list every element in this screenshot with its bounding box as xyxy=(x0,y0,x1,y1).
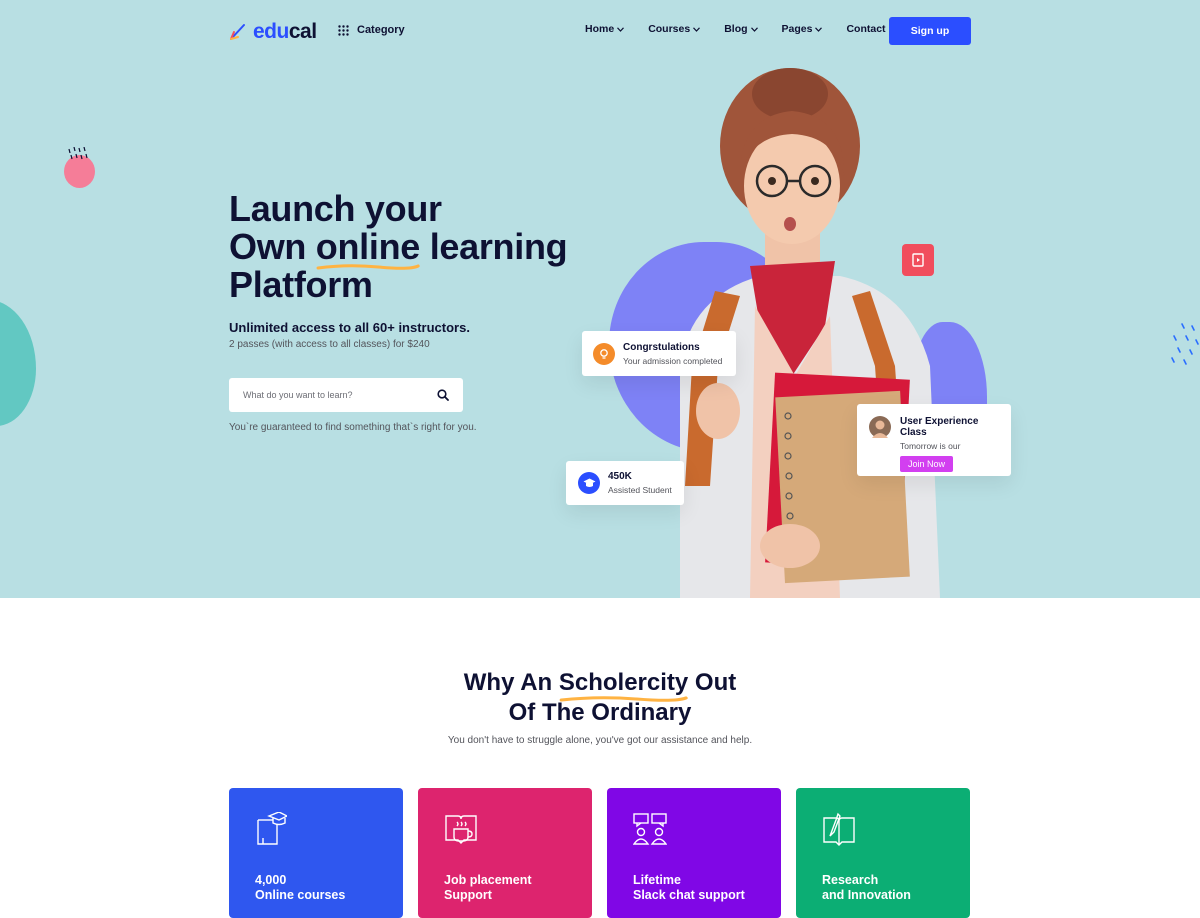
hero-title-rest: learning xyxy=(420,226,568,267)
nav-home-label: Home xyxy=(585,23,615,35)
underline-squiggle xyxy=(316,264,420,270)
video-badge-icon xyxy=(902,244,934,276)
graduation-cap-icon xyxy=(578,472,600,494)
feature-title: Research and Innovation xyxy=(822,873,911,902)
logo-text-edu: edu xyxy=(253,20,289,43)
signup-button[interactable]: Sign up xyxy=(889,17,971,45)
nav-home[interactable]: Home xyxy=(585,23,625,35)
students-label: Assisted Student xyxy=(608,485,672,495)
guarantee-text: You`re guaranteed to find something that… xyxy=(229,422,477,433)
ux-class-card: User Experience Class Tomorrow is our Jo… xyxy=(857,404,1011,476)
hero-title: Launch your Own online learning Platform xyxy=(229,190,629,304)
nav-courses-label: Courses xyxy=(648,23,691,35)
chevron-down-icon xyxy=(693,26,701,32)
lightbulb-icon xyxy=(593,342,615,365)
category-menu[interactable]: Category xyxy=(338,24,405,36)
feature-card-online-courses[interactable]: 4,000 Online courses xyxy=(229,788,403,918)
feature-title: 4,000 Online courses xyxy=(255,873,346,902)
hero-subtitle: Unlimited access to all 60+ instructors. xyxy=(229,320,470,335)
blue-dash-decoration xyxy=(1171,323,1199,365)
hero-title-line1: Launch your xyxy=(229,188,442,229)
students-stat-card: 450K Assisted Student xyxy=(566,461,684,505)
graduation-book-icon xyxy=(257,811,289,845)
why-section-subtitle: You don't have to struggle alone, you've… xyxy=(447,735,753,746)
pencil-logo-icon xyxy=(230,24,245,40)
chevron-down-icon xyxy=(617,26,625,32)
nav-contact-label: Contact xyxy=(846,23,886,35)
why-title-pre: Why An xyxy=(463,669,559,696)
congrats-title: Congrstulations xyxy=(623,341,700,353)
nav-pages-label: Pages xyxy=(781,23,813,35)
nav-pages[interactable]: Pages xyxy=(782,23,823,35)
join-now-button[interactable]: Join Now xyxy=(900,456,954,472)
nav-blog[interactable]: Blog xyxy=(724,23,758,35)
congrats-text: Your admission completed xyxy=(623,355,723,366)
congratulations-card: Congrstulations Your admission completed xyxy=(582,331,736,376)
feature-card-slack-support[interactable]: Lifetime Slack chat support xyxy=(607,788,781,918)
coffee-book-icon xyxy=(445,815,477,844)
category-label: Category xyxy=(357,24,405,36)
teal-blob-decoration xyxy=(0,300,36,426)
hero-pricing-note: 2 passes (with access to all classes) fo… xyxy=(229,339,430,350)
nav-contact[interactable]: Contact xyxy=(846,23,885,35)
hero-title-highlight: online xyxy=(315,226,421,267)
search-box xyxy=(229,378,463,412)
why-section-title: Why An Scholercity Out Of The Ordinary xyxy=(0,668,1200,728)
feature-title: Job placement Support xyxy=(444,873,532,902)
ux-class-title: User Experience Class xyxy=(900,416,979,438)
feature-title: Lifetime Slack chat support xyxy=(633,873,745,902)
why-title-post: Out xyxy=(688,669,737,696)
chevron-down-icon xyxy=(815,26,823,32)
pink-dot-decoration xyxy=(64,147,95,188)
chat-users-icon xyxy=(632,813,668,845)
logo[interactable]: educal xyxy=(229,20,317,44)
ux-class-text: Tomorrow is our xyxy=(900,441,961,451)
grid-icon xyxy=(338,24,349,36)
main-nav: Home Courses Blog Pages Contact xyxy=(585,23,910,35)
underline-squiggle xyxy=(559,696,688,702)
feature-card-research[interactable]: Research and Innovation xyxy=(796,788,970,918)
hero-section: educal Category Home Courses Blog Pages … xyxy=(0,0,1200,598)
nav-blog-label: Blog xyxy=(724,23,748,35)
chevron-down-icon xyxy=(750,26,758,32)
logo-text-cal: cal xyxy=(288,20,317,43)
search-input[interactable] xyxy=(243,390,437,400)
feature-card-job-placement[interactable]: Job placement Support xyxy=(418,788,592,918)
hero-title-own: Own xyxy=(229,226,316,267)
search-icon[interactable] xyxy=(437,389,449,401)
why-title-highlight: Scholercity xyxy=(558,669,689,696)
pen-book-icon xyxy=(823,812,855,846)
instructor-avatar xyxy=(869,416,891,438)
students-count: 450K xyxy=(608,471,632,482)
nav-courses[interactable]: Courses xyxy=(648,23,701,35)
